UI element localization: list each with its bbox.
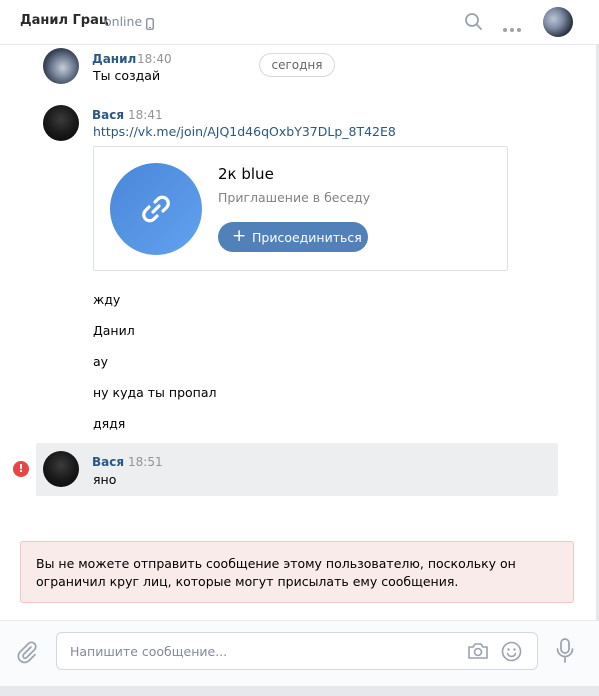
message-text: дядя xyxy=(93,416,126,431)
message-text: Ты создай xyxy=(93,68,161,83)
link-icon xyxy=(110,163,202,255)
message-composer: Напишите сообщение... xyxy=(0,620,599,686)
mobile-icon xyxy=(146,15,154,34)
message-text: жду xyxy=(93,292,121,307)
send-restriction-warning: Вы не можете отправить сообщение этому п… xyxy=(20,541,574,603)
message-time: 18:41 xyxy=(128,108,163,122)
online-status: online xyxy=(104,14,143,29)
sender-name[interactable]: Вася xyxy=(92,455,124,469)
sender-name[interactable]: Данил xyxy=(92,52,136,66)
invite-link[interactable]: https://vk.me/join/AJQ1d46qOxbY37DLp_8T4… xyxy=(93,124,396,139)
plus-icon: + xyxy=(232,226,247,246)
more-icon[interactable] xyxy=(502,18,522,37)
invite-subtitle: Приглашение в беседу xyxy=(218,190,371,205)
join-button[interactable]: + Присоединиться xyxy=(218,222,368,252)
message-placeholder: Напишите сообщение... xyxy=(70,644,228,659)
message-time: 18:51 xyxy=(128,455,163,469)
avatar[interactable] xyxy=(43,48,79,84)
failed-message-row[interactable] xyxy=(36,443,558,496)
attach-icon[interactable] xyxy=(16,640,38,668)
message-text: ау xyxy=(93,354,109,369)
message-input[interactable]: Напишите сообщение... xyxy=(56,632,538,670)
avatar[interactable] xyxy=(43,451,79,487)
chat-title[interactable]: Данил Грац xyxy=(20,13,109,28)
message-text: яно xyxy=(93,472,117,487)
conversation-title: 2к blue xyxy=(218,165,274,183)
bottom-bar xyxy=(0,686,599,696)
search-icon[interactable] xyxy=(464,12,483,35)
message-text: Данил xyxy=(93,323,135,338)
message-text: ну куда ты пропал xyxy=(93,385,217,400)
camera-icon[interactable] xyxy=(467,641,489,665)
invite-card[interactable]: 2к blue Приглашение в беседу + Присоедин… xyxy=(93,146,508,271)
emoji-icon[interactable] xyxy=(501,641,522,666)
chat-header: Данил Грац online xyxy=(0,0,599,45)
message-time: 18:40 xyxy=(137,52,172,66)
sender-name[interactable]: Вася xyxy=(92,108,124,122)
chat-avatar[interactable] xyxy=(543,7,573,37)
microphone-icon[interactable] xyxy=(556,638,574,668)
error-icon[interactable]: ! xyxy=(13,461,29,477)
avatar[interactable] xyxy=(43,105,79,141)
join-button-label: Присоединиться xyxy=(252,230,362,245)
date-separator: сегодня xyxy=(259,53,335,77)
